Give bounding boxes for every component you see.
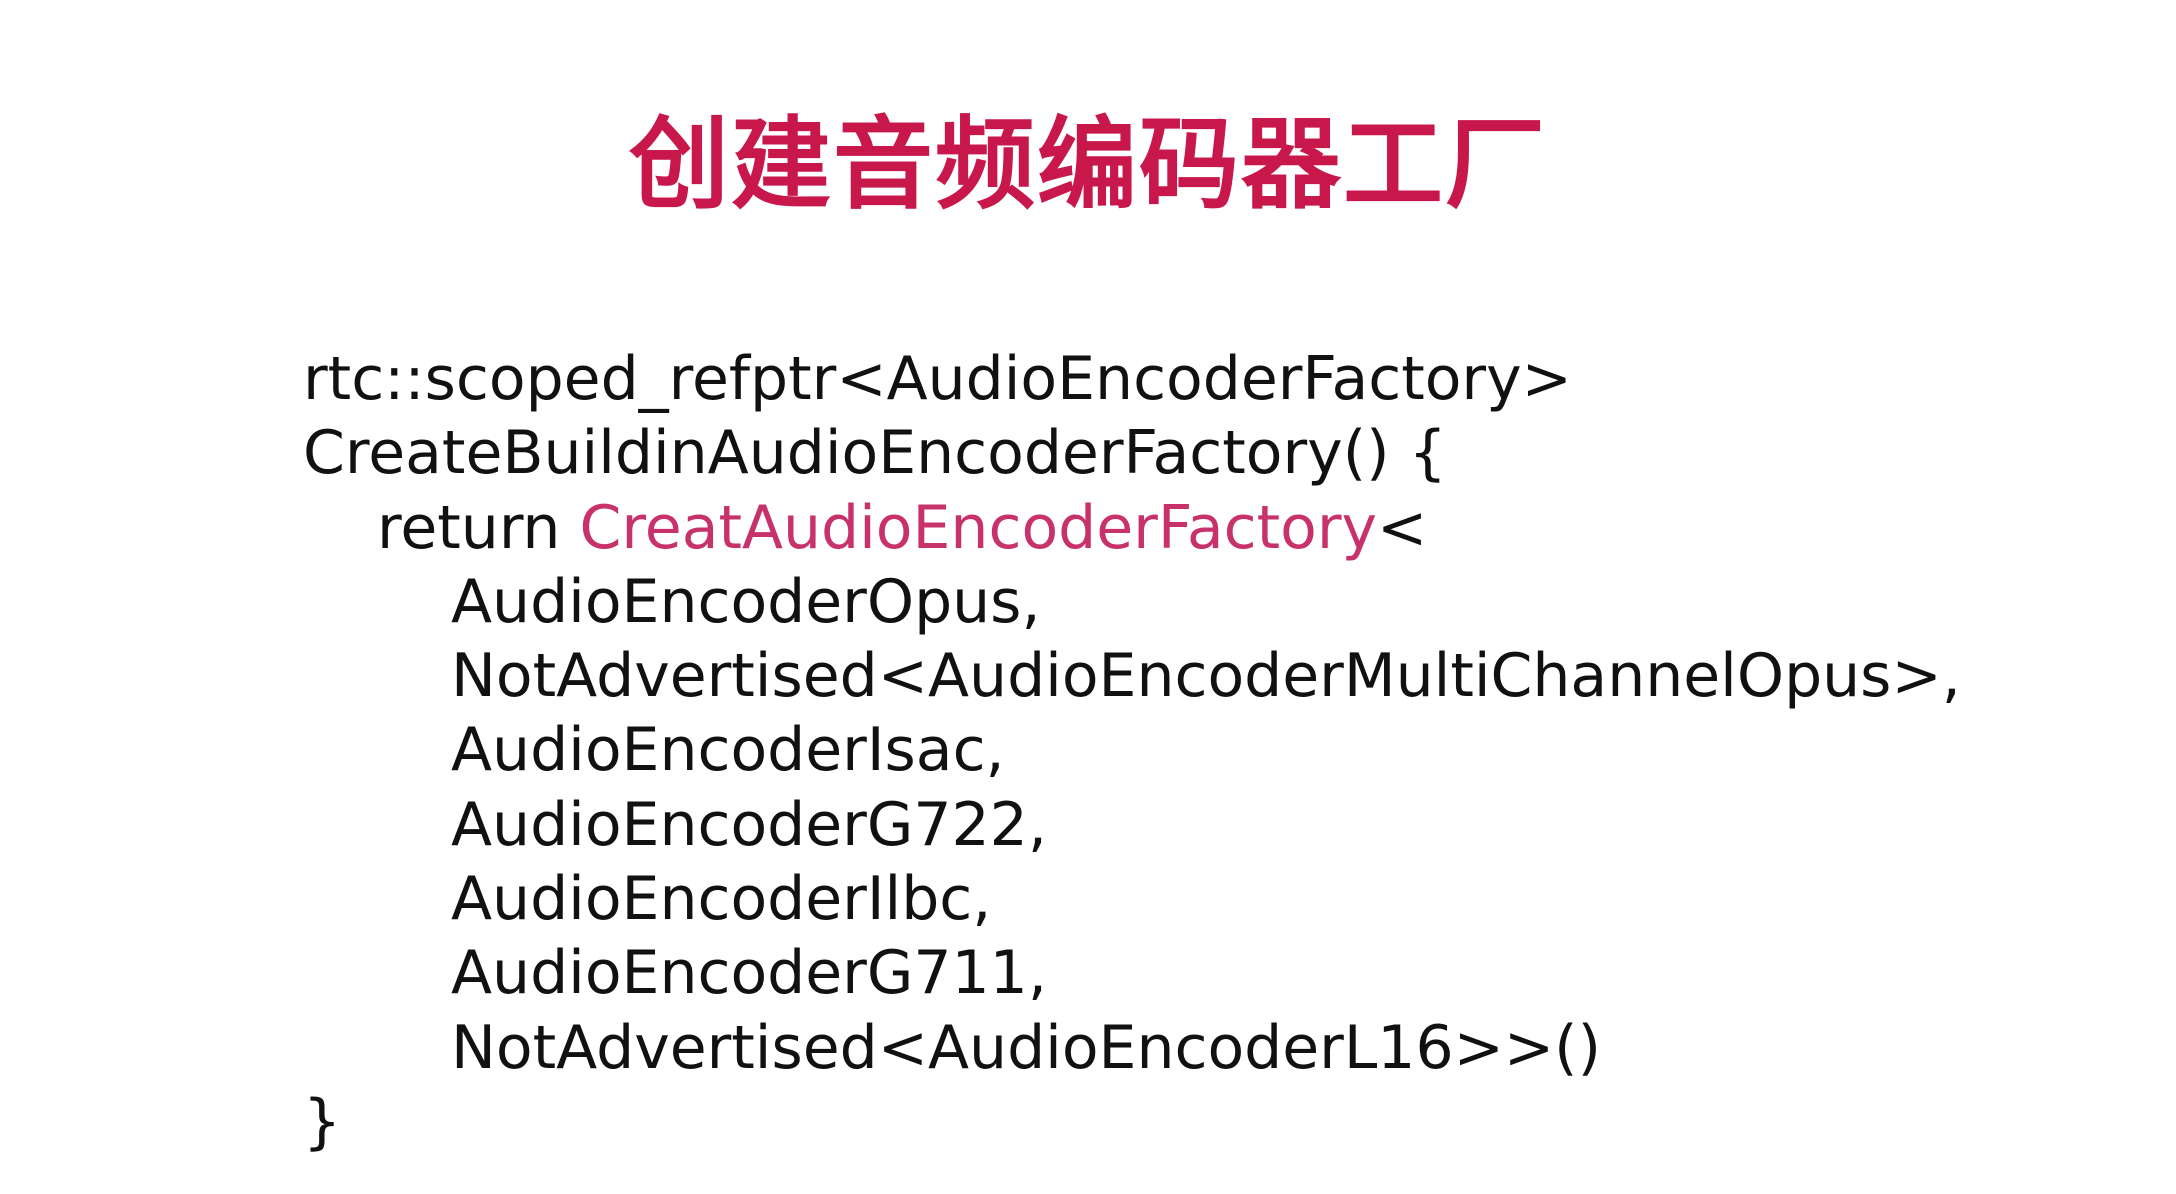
code-line-4: AudioEncoderOpus, — [451, 566, 1041, 637]
slide-title: 创建音频编码器工厂 — [629, 106, 1547, 223]
code-line-5: NotAdvertised<AudioEncoderMultiChannelOp… — [451, 641, 1961, 712]
code-line-6: AudioEncoderIsac, — [451, 715, 1005, 786]
slide: 创建音频编码器工厂 rtc::scoped_refptr<AudioEncode… — [0, 0, 2176, 1194]
code-line-1: rtc::scoped_refptr<AudioEncoderFactory> — [303, 344, 1572, 414]
code-block: rtc::scoped_refptr<AudioEncoderFactory> … — [303, 342, 1961, 1159]
highlighted-function-name: CreatAudioEncoderFactory — [579, 492, 1377, 563]
template-open-bracket: < — [1377, 492, 1428, 563]
code-line-3: return CreatAudioEncoderFactory< — [303, 491, 1961, 565]
code-line-10: NotAdvertised<AudioEncoderL16>>() — [451, 1012, 1601, 1083]
code-line-11: } — [303, 1086, 342, 1157]
code-line-8: AudioEncoderIlbc, — [451, 864, 992, 935]
code-line-7: AudioEncoderG722, — [451, 789, 1047, 860]
return-keyword: return — [377, 492, 580, 563]
code-line-2: CreateBuildinAudioEncoderFactory() { — [303, 418, 1447, 489]
code-line-9: AudioEncoderG711, — [451, 938, 1047, 1009]
